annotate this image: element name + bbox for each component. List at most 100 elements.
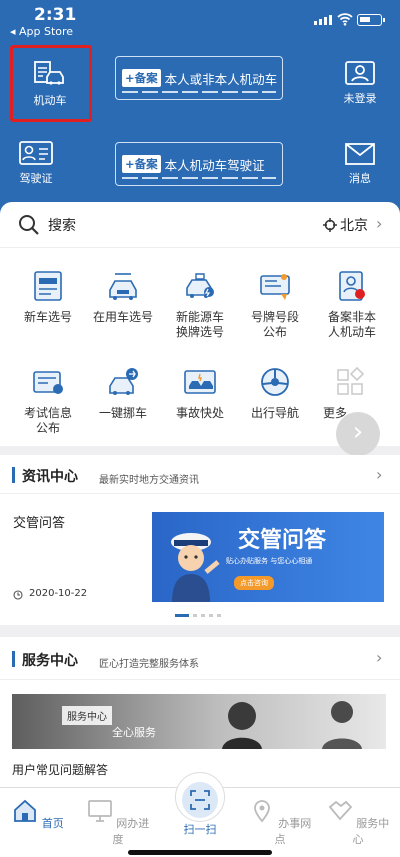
service-label: 号牌号段 公布 <box>250 310 299 339</box>
image-title: 交管问答 <box>238 528 327 553</box>
tab-bar: 首页 网办进度 扫一扫 办事网点 服务中心 <box>0 772 400 857</box>
accident-icon <box>182 364 218 400</box>
tab-scan[interactable]: 扫一扫 <box>165 782 235 837</box>
service-center-chevron-icon[interactable]: › <box>376 648 382 667</box>
search-icon <box>19 215 39 235</box>
tab-service-points[interactable]: 办事网点 <box>245 798 315 847</box>
service-label: 一键挪车 <box>98 406 147 420</box>
service-exam-info[interactable]: 考试信息 公布 <box>8 364 88 436</box>
image-subtitle: 贴心办贴服务 与您心心相通 <box>226 557 313 565</box>
monitor-icon <box>87 800 112 822</box>
driver-license-label: 驾驶证 <box>19 172 53 185</box>
register-vehicle-text: 本人或非本人机动车 <box>164 71 278 87</box>
service-center-section: 服务中心 匠心打造完整服务体系 › 服务中心 全心服务 用户常见问题解答 <box>0 637 400 787</box>
service-center-subtitle: 匠心打造完整服务体系 <box>99 659 199 670</box>
service-plate-range[interactable]: 号牌号段 公布 <box>235 268 315 340</box>
home-indicator <box>128 850 272 855</box>
status-bar: 2:31 ◂ App Store <box>0 0 400 42</box>
service-ev-plate[interactable]: 新能源车 换牌选号 <box>160 268 240 340</box>
service-label: 新车选号 <box>23 310 72 324</box>
battery-icon <box>357 14 385 26</box>
news-item-date: 2020-10-22 <box>29 588 88 599</box>
service-label: 新能源车 换牌选号 <box>175 310 224 339</box>
service-center-image[interactable]: 服务中心 全心服务 <box>12 694 386 749</box>
tab-label: 扫一扫 <box>183 823 217 836</box>
news-item-title[interactable]: 交管问答 <box>13 512 65 531</box>
news-more-chevron-icon[interactable]: › <box>376 465 382 484</box>
image-text: 全心服务 <box>112 726 156 739</box>
tab-service-center[interactable]: 服务中心 <box>323 798 393 847</box>
banner-deco <box>122 177 276 179</box>
search-input[interactable]: 搜索 <box>48 215 76 235</box>
login-label: 未登录 <box>343 92 377 105</box>
news-title: 资讯中心 <box>22 469 78 485</box>
faq-link[interactable]: 用户常见问题解答 <box>12 761 108 778</box>
used-car-number-icon <box>105 268 141 304</box>
tab-label: 服务中心 <box>352 817 390 846</box>
ev-plate-icon <box>182 268 218 304</box>
news-subtitle: 最新实时地方交通资讯 <box>99 475 199 486</box>
more-icon <box>332 364 368 400</box>
news-section: 资讯中心 最新实时地方交通资讯 › 交管问答 2020-10-22 交管问答 贴… <box>0 455 400 625</box>
news-image[interactable]: 交管问答 贴心办贴服务 与您心心相通 点击咨询 <box>152 512 384 602</box>
tab-progress[interactable]: 网办进度 <box>83 798 153 847</box>
new-car-number-icon <box>30 268 66 304</box>
section-marker <box>12 467 15 483</box>
image-tag: 服务中心 <box>62 706 112 725</box>
banner-deco <box>122 91 276 93</box>
register-tag: +备案 <box>122 69 161 87</box>
chevron-right-icon: › <box>376 214 383 233</box>
clock-icon <box>13 590 23 600</box>
messages-label: 消息 <box>349 172 371 185</box>
license-card-icon <box>19 141 53 165</box>
back-to-app-store[interactable]: ◂ App Store <box>10 25 73 38</box>
highlight-box <box>10 45 92 122</box>
agent-icon <box>222 701 362 749</box>
signal-icon <box>314 15 332 25</box>
service-label: 考试信息 公布 <box>23 406 72 435</box>
section-marker <box>12 651 15 667</box>
service-new-car-number[interactable]: 新车选号 <box>8 268 88 325</box>
navigation-icon <box>257 364 293 400</box>
carousel-indicator <box>175 614 221 617</box>
service-label: 在用车选号 <box>92 310 153 324</box>
carousel-next-button[interactable]: › <box>336 412 380 456</box>
home-icon <box>14 799 37 822</box>
messages-button[interactable]: 消息 <box>330 142 390 186</box>
status-time: 2:31 <box>34 5 77 25</box>
tab-label: 办事网点 <box>274 817 312 846</box>
tab-home[interactable]: 首页 <box>3 798 73 831</box>
register-license-text: 本人机动车驾驶证 <box>164 157 265 173</box>
envelope-icon <box>345 143 375 165</box>
driver-license-button[interactable]: 驾驶证 <box>6 140 66 186</box>
exam-info-icon <box>30 364 66 400</box>
service-move-car[interactable]: 一键挪车 <box>83 364 163 421</box>
location-icon <box>323 218 337 232</box>
login-button[interactable]: 未登录 <box>330 60 390 106</box>
traffic-police-icon <box>171 533 220 602</box>
service-grid: 新车选号 在用车选号 新能源车 换牌选号 号牌号段 公布 备案非本 人机动车 考… <box>0 248 400 456</box>
consult-button[interactable]: 点击咨询 <box>234 576 274 590</box>
location-pin-icon <box>253 800 270 823</box>
wifi-icon <box>337 13 353 26</box>
user-icon <box>345 61 375 85</box>
service-register-vehicle[interactable]: 备案非本 人机动车 <box>312 268 392 340</box>
handshake-icon <box>328 800 352 821</box>
service-accident[interactable]: 事故快处 <box>160 364 240 421</box>
service-used-car-number[interactable]: 在用车选号 <box>83 268 163 325</box>
register-vehicle-banner[interactable]: +备案 本人或非本人机动车 <box>115 56 283 100</box>
register-tag: +备案 <box>122 155 161 173</box>
city-selector[interactable]: 北京 <box>340 215 368 235</box>
tab-label: 首页 <box>41 817 64 830</box>
service-center-title: 服务中心 <box>22 653 78 669</box>
service-label: 事故快处 <box>175 406 224 420</box>
search-bar[interactable]: 搜索 北京 › <box>0 202 400 248</box>
move-car-icon <box>105 364 141 400</box>
plate-range-icon <box>257 268 293 304</box>
divider <box>0 493 400 494</box>
divider <box>0 679 400 680</box>
service-label: 备案非本 人机动车 <box>327 310 376 339</box>
scan-icon <box>190 790 210 810</box>
tab-label: 网办进度 <box>112 817 150 846</box>
register-license-banner[interactable]: +备案 本人机动车驾驶证 <box>115 142 283 186</box>
